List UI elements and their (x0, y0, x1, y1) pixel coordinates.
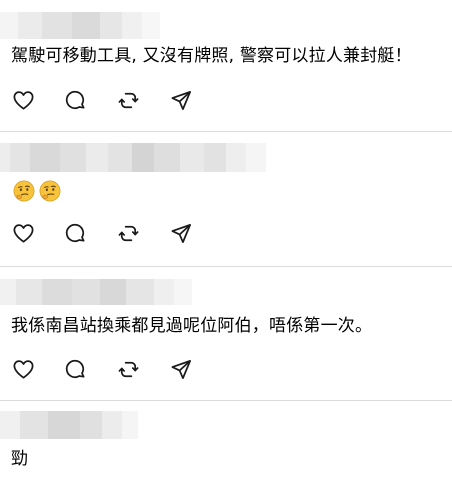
comment-icon (65, 359, 85, 378)
comment-actions (10, 356, 210, 382)
comment-4: 勁 (0, 401, 452, 486)
share-icon (171, 90, 191, 110)
share-button[interactable] (168, 87, 194, 113)
username-blurred[interactable] (0, 411, 138, 439)
like-button[interactable] (10, 356, 36, 382)
repost-icon (118, 92, 138, 108)
share-icon (171, 223, 191, 243)
comment-icon (65, 223, 85, 242)
share-button[interactable] (168, 356, 194, 382)
comment-text: 駕駛可移動工具, 又沒有牌照, 警察可以拉人兼封艇！ (11, 46, 412, 66)
like-button[interactable] (10, 87, 36, 113)
repost-icon (118, 361, 138, 377)
heart-icon (13, 223, 33, 243)
repost-button[interactable] (115, 87, 141, 113)
comment-text: 勁 (11, 449, 29, 469)
thinking-face-icon (39, 180, 61, 202)
comment-actions (10, 220, 210, 246)
comment-1: 駕駛可移動工具, 又沒有牌照, 警察可以拉人兼封艇！ (0, 0, 452, 131)
comment-2 (0, 132, 452, 265)
username-blurred[interactable] (0, 279, 192, 305)
username-blurred[interactable] (0, 143, 266, 172)
heart-icon (13, 359, 33, 379)
username-blurred[interactable] (0, 12, 160, 39)
like-button[interactable] (10, 220, 36, 246)
thinking-face-icon (13, 180, 35, 202)
reply-button[interactable] (62, 87, 88, 113)
share-button[interactable] (168, 220, 194, 246)
share-icon (171, 359, 191, 379)
heart-icon (13, 90, 33, 110)
reply-button[interactable] (62, 356, 88, 382)
repost-button[interactable] (115, 356, 141, 382)
repost-icon (118, 225, 138, 241)
comment-text: 我係南昌站換乘都見過呢位阿伯，唔係第一次。 (11, 316, 373, 336)
comment-3: 我係南昌站換乘都見過呢位阿伯，唔係第一次。 (0, 267, 452, 400)
comment-actions (10, 87, 210, 113)
reply-button[interactable] (62, 220, 88, 246)
repost-button[interactable] (115, 220, 141, 246)
comment-icon (65, 90, 85, 109)
emoji-row (13, 180, 73, 202)
